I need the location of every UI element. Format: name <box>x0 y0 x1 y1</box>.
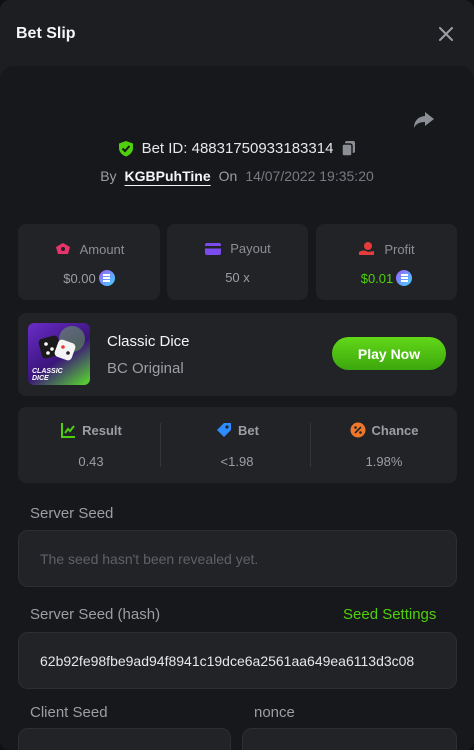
server-seed-hash-value: 62b92fe98fbe9ad94f8941c19dce6a2561aa649e… <box>40 653 415 669</box>
bet-date: 14/07/2022 19:35:20 <box>245 168 374 184</box>
share-button[interactable] <box>411 107 437 133</box>
result-label: Result <box>82 422 122 438</box>
bet-id-row: Bet ID: 48831750933183314 <box>0 140 474 157</box>
on-label: On <box>218 168 238 184</box>
bet-id: Bet ID: 48831750933183314 <box>141 140 334 157</box>
chance-column: Chance 1.98% <box>311 407 457 483</box>
username-link[interactable]: KGBPuhTine <box>125 168 211 184</box>
by-label: By <box>100 168 117 184</box>
bet-slip-modal: Bet Slip Bet ID: 48831750933183314 By KG… <box>0 0 474 750</box>
payout-value: 50 x <box>225 270 250 285</box>
copy-icon[interactable] <box>341 140 356 157</box>
nonce-label: nonce <box>254 704 295 721</box>
bet-column: Bet <1.98 <box>164 407 310 483</box>
chance-icon <box>350 422 366 438</box>
share-icon <box>414 112 434 128</box>
result-column: Result 0.43 <box>18 407 164 483</box>
bet-icon <box>217 423 232 437</box>
payout-label: Payout <box>230 241 271 256</box>
shield-check-icon <box>118 141 133 157</box>
game-name: Classic Dice <box>107 333 190 350</box>
close-button[interactable] <box>436 24 456 44</box>
profit-value: $0.01 <box>360 270 394 286</box>
coin-icon <box>396 270 413 286</box>
profit-label: Profit <box>384 241 415 257</box>
result-icon <box>61 423 76 438</box>
game-card: CLASSIC DICE Classic Dice BC Original Pl… <box>18 313 457 396</box>
game-thumbnail[interactable]: CLASSIC DICE <box>28 323 90 385</box>
amount-card: Amount $0.00 <box>18 224 160 300</box>
nonce-field[interactable] <box>242 728 457 750</box>
result-card: Result 0.43 Bet <1.98 Chance 1.98% <box>18 407 457 483</box>
profit-icon <box>359 242 375 255</box>
server-seed-label: Server Seed <box>30 505 114 522</box>
modal-title: Bet Slip <box>16 25 76 42</box>
thumbnail-text: CLASSIC DICE <box>32 368 63 382</box>
divider <box>160 423 161 467</box>
bet-byline: By KGBPuhTine On 14/07/2022 19:35:20 <box>0 168 474 184</box>
chance-value: 1.98% <box>365 454 403 469</box>
client-seed-label: Client Seed <box>30 704 108 721</box>
play-now-button[interactable]: Play Now <box>332 337 446 370</box>
bet-label: Bet <box>238 422 259 438</box>
server-seed-field[interactable]: The seed hasn't been revealed yet. <box>18 530 457 587</box>
server-seed-hash-label: Server Seed (hash) <box>30 606 161 623</box>
server-seed-hash-field[interactable]: 62b92fe98fbe9ad94f8941c19dce6a2561aa649e… <box>18 632 457 689</box>
seed-settings-link[interactable]: Seed Settings <box>343 606 436 623</box>
result-value: 0.43 <box>78 454 104 469</box>
game-subtitle: BC Original <box>107 360 184 377</box>
profit-card: Profit $0.01 <box>316 224 457 300</box>
bet-value: <1.98 <box>220 454 254 469</box>
amount-value: $0.00 <box>63 270 96 286</box>
modal-header: Bet Slip <box>0 0 474 66</box>
close-icon <box>439 27 453 41</box>
chance-label: Chance <box>371 422 419 438</box>
client-seed-field[interactable] <box>18 728 231 750</box>
payout-card: Payout 50 x <box>167 224 308 300</box>
coin-icon <box>98 270 115 286</box>
amount-label: Amount <box>79 241 125 257</box>
server-seed-placeholder: The seed hasn't been revealed yet. <box>40 551 259 567</box>
amount-icon <box>55 243 70 254</box>
payout-icon <box>205 242 222 255</box>
